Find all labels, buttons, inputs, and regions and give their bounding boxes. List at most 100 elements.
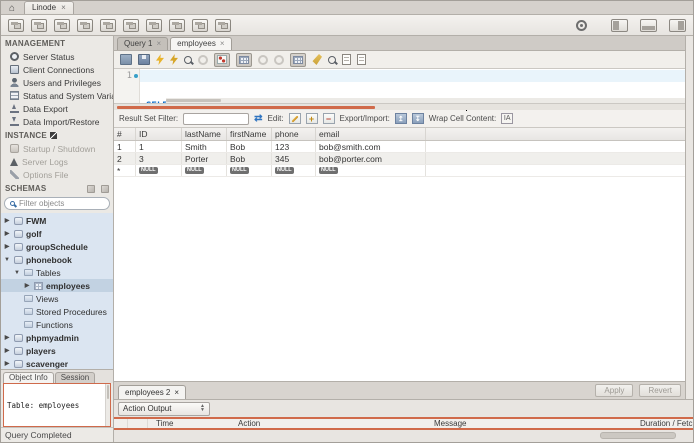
chevron-right-icon[interactable]: ▶ (3, 347, 11, 354)
collapsed-right-panel[interactable] (685, 36, 693, 399)
cell-firstname[interactable]: Bob (227, 153, 272, 164)
sidebar-item-status-variables[interactable]: Status and System Variables (1, 89, 113, 102)
close-icon[interactable]: × (61, 3, 66, 12)
revert-button[interactable]: Revert (639, 384, 681, 397)
toggle-bottom-panel-button[interactable] (640, 18, 657, 32)
schemas-refresh-icon[interactable] (101, 184, 109, 193)
cell-id[interactable]: 3 (136, 153, 182, 164)
reformat-script-icon[interactable] (215, 18, 231, 32)
new-schema-icon[interactable] (54, 18, 70, 32)
editor-result-splitter[interactable] (114, 103, 685, 110)
sidebar-item-server-status[interactable]: Server Status (1, 50, 113, 63)
tab-employees[interactable]: employees × (170, 37, 232, 50)
column-header-row-number[interactable]: # (114, 128, 136, 140)
toggle-left-panel-button[interactable] (611, 18, 628, 32)
tab-query-1[interactable]: Query 1 × (117, 37, 169, 50)
column-header-duration[interactable]: Duration / Fetch (640, 419, 693, 428)
sidebar-item-data-import[interactable]: Data Import/Restore (1, 115, 113, 128)
cell-phone[interactable]: 345 (272, 153, 316, 164)
scrollbar-thumb[interactable] (600, 432, 676, 439)
tree-item-stored-procedures[interactable]: Stored Procedures (1, 305, 113, 318)
close-icon[interactable]: × (156, 39, 161, 48)
chevron-right-icon[interactable]: ▶ (23, 282, 31, 289)
tree-item-scavenger[interactable]: ▶ scavenger (1, 357, 113, 369)
column-header-message[interactable]: Message (434, 419, 640, 428)
tab-employees-2[interactable]: employees 2 × (118, 385, 187, 399)
open-sql-script-icon[interactable] (31, 18, 47, 32)
sidebar-item-users-privileges[interactable]: Users and Privileges (1, 76, 113, 89)
sidebar-item-client-connections[interactable]: Client Connections (1, 63, 113, 76)
new-function-icon[interactable] (146, 18, 162, 32)
table-row[interactable]: 1 1 Smith Bob 123 bob@smith.com (114, 141, 685, 153)
sidebar-item-server-logs[interactable]: Server Logs (1, 155, 113, 168)
tree-item-golf[interactable]: ▶ golf (1, 227, 113, 240)
cell-lastname[interactable]: Smith (182, 141, 227, 152)
sql-editor[interactable]: 1 SELECT * FROM phonebook.employees WHER… (114, 69, 685, 111)
column-header-action[interactable]: Action (238, 419, 434, 428)
sidebar-item-options-file[interactable]: Options File (1, 168, 113, 181)
cell-email[interactable]: bob@smith.com (316, 141, 426, 152)
tab-object-info[interactable]: Object Info (3, 372, 54, 383)
table-row-new[interactable]: * NULL NULL NULL NULL NULL (114, 165, 685, 177)
tree-item-phonebook[interactable]: ▼ phonebook (1, 253, 113, 266)
schemas-collapse-icon[interactable] (87, 184, 95, 193)
cell-email[interactable]: bob@porter.com (316, 153, 426, 164)
cell-null[interactable]: NULL (316, 165, 426, 176)
clear-query-icon[interactable] (312, 54, 322, 65)
toggle-right-panel-button[interactable] (669, 18, 686, 32)
tree-item-fwm[interactable]: ▶ FWM (1, 214, 113, 227)
connection-tab[interactable]: Linode × (24, 1, 74, 14)
home-tab-icon[interactable]: ⌂ (9, 3, 15, 14)
chevron-right-icon[interactable]: ▶ (3, 217, 11, 224)
open-file-icon[interactable] (120, 54, 132, 65)
tree-item-functions[interactable]: Functions (1, 318, 113, 331)
close-icon[interactable]: × (174, 388, 179, 397)
new-procedure-icon[interactable] (123, 18, 139, 32)
tree-item-phpmyadmin[interactable]: ▶ phpmyadmin (1, 331, 113, 344)
new-query-tab-icon[interactable] (8, 18, 24, 32)
apply-button[interactable]: Apply (595, 384, 634, 397)
object-info-scrollbar[interactable] (105, 384, 110, 426)
cell-null[interactable]: NULL (182, 165, 227, 176)
tree-item-groupschedule[interactable]: ▶ groupSchedule (1, 240, 113, 253)
cell-null[interactable]: NULL (136, 165, 182, 176)
autocommit-toggle[interactable] (290, 52, 306, 67)
scrollbar-thumb[interactable] (166, 99, 221, 102)
new-table-icon[interactable] (77, 18, 93, 32)
chevron-down-icon[interactable]: ▼ (13, 270, 21, 276)
cell-null[interactable]: NULL (272, 165, 316, 176)
tab-session[interactable]: Session (54, 372, 96, 383)
editor-code-area[interactable]: SELECT * FROM phonebook.employees WHERE … (140, 69, 685, 111)
new-view-icon[interactable] (100, 18, 116, 32)
sidebar-item-data-export[interactable]: Data Export (1, 102, 113, 115)
sidebar-item-startup-shutdown[interactable]: Startup / Shutdown (1, 142, 113, 155)
execute-current-statement-icon[interactable] (170, 54, 178, 65)
wrap-text-icon[interactable] (357, 54, 366, 65)
tree-item-employees[interactable]: ▶ employees (1, 279, 113, 292)
chevron-right-icon[interactable]: ▶ (3, 243, 11, 250)
search-data-icon[interactable] (169, 18, 185, 32)
cell-lastname[interactable]: Porter (182, 153, 227, 164)
action-output-hscrollbar[interactable] (114, 430, 693, 442)
execute-query-icon[interactable] (156, 54, 164, 65)
tree-item-tables[interactable]: ▼ Tables (1, 266, 113, 279)
cell-firstname[interactable]: Bob (227, 141, 272, 152)
cell-id[interactable]: 1 (136, 141, 182, 152)
tree-item-views[interactable]: Views (1, 292, 113, 305)
schema-filter-box[interactable]: Filter objects (4, 197, 110, 210)
chevron-right-icon[interactable]: ▶ (3, 230, 11, 237)
chevron-down-icon[interactable]: ▼ (3, 257, 11, 263)
stop-on-error-toggle[interactable] (214, 52, 230, 67)
table-row[interactable]: 2 3 Porter Bob 345 bob@porter.com (114, 153, 685, 165)
explain-query-icon[interactable] (184, 55, 192, 64)
cell-null[interactable]: NULL (227, 165, 272, 176)
limit-rows-toggle[interactable] (236, 52, 252, 67)
chevron-right-icon[interactable]: ▶ (3, 334, 11, 341)
close-icon[interactable]: × (220, 39, 225, 48)
column-header-time[interactable]: Time (148, 419, 238, 428)
invisible-chars-icon[interactable] (342, 54, 351, 65)
find-objects-icon[interactable] (192, 18, 208, 32)
find-icon[interactable] (328, 55, 336, 64)
tree-item-players[interactable]: ▶ players (1, 344, 113, 357)
output-selector-dropdown[interactable]: Action Output ▲ ▼ (118, 401, 210, 416)
